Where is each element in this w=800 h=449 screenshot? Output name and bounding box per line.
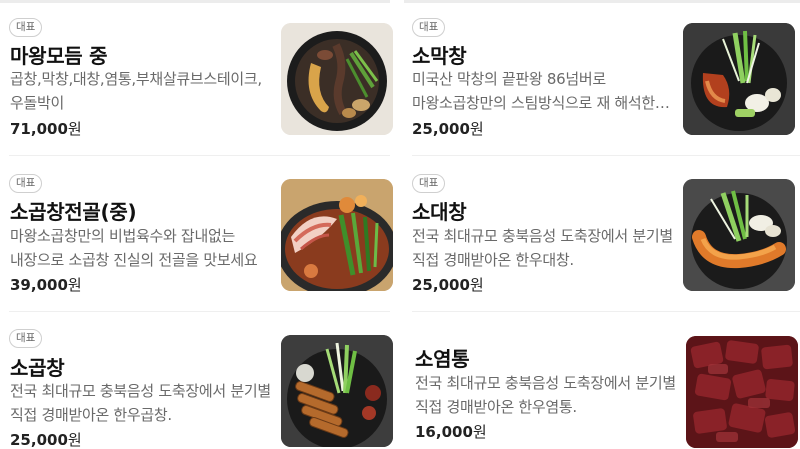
assorted-grill-platter-image[interactable] [281, 23, 393, 135]
small-intestine-grill-image[interactable] [281, 335, 393, 447]
large-intestine-dish-image[interactable] [683, 179, 795, 291]
row-divider [412, 311, 800, 312]
signature-badge: 대표 [412, 174, 446, 193]
menu-item-name: 소곱창 [10, 356, 65, 380]
menu-item-name: 소곱창전골(중) [10, 200, 137, 224]
menu-item-name: 소염통 [415, 347, 470, 371]
menu-item-mawang-assorted[interactable]: 대표 마왕모듬 중 곱창,막창,대창,염통,부채살큐브스테이크,우돌박이 71,… [0, 5, 393, 155]
menu-item-description: 전국 최대규모 충북음성 도축장에서 분기별 직접 경매받아온 한우곱창. [10, 382, 271, 424]
menu-item-price: 25,000원 [412, 276, 484, 294]
signature-badge: 대표 [9, 174, 43, 193]
menu-item-tripe-hotpot[interactable]: 대표 소곱창전골(중) 마왕소곱창만의 비법육수와 잡내없는 내장으로 소곱창 … [0, 160, 393, 310]
top-divider [0, 0, 800, 3]
menu-item-so-daechang[interactable]: 대표 소대창 전국 최대규모 충북음성 도축장에서 분기별 직접 경매받아온 한… [404, 160, 795, 310]
beef-heart-raw-image[interactable] [686, 336, 798, 448]
menu-item-price: 71,000원 [10, 120, 82, 138]
menu-item-name: 소대창 [412, 200, 467, 224]
row-divider [9, 155, 390, 156]
menu-item-description: 미국산 막창의 끝판왕 86넘버로 마왕소곱창만의 스팀방식으로 재 해석한 소… [412, 70, 655, 112]
menu-item-description: 전국 최대규모 충북음성 도축장에서 분기별 직접 경매받아온 한우대창. [412, 227, 673, 269]
menu-item-so-gopchang[interactable]: 대표 소곱창 전국 최대규모 충북음성 도축장에서 분기별 직접 경매받아온 한… [0, 316, 393, 449]
menu-item-name: 소막창 [412, 44, 467, 68]
beef-abomasum-dish-image[interactable] [683, 23, 795, 135]
row-divider [9, 311, 390, 312]
menu-item-so-yeomtong[interactable]: 소염통 전국 최대규모 충북음성 도축장에서 분기별 직접 경매받아온 한우염통… [404, 316, 798, 449]
menu-item-name: 마왕모듬 중 [10, 44, 108, 68]
menu-item-price: 16,000원 [415, 423, 487, 441]
signature-badge: 대표 [412, 18, 446, 37]
tripe-hotpot-image[interactable] [281, 179, 393, 291]
menu-item-description: 전국 최대규모 충북음성 도축장에서 분기별 직접 경매받아온 한우염통. [415, 374, 676, 416]
menu-item-so-makchang[interactable]: 대표 소막창 미국산 막창의 끝판왕 86넘버로 마왕소곱창만의 스팀방식으로 … [404, 5, 795, 155]
menu-item-description: 마왕소곱창만의 비법육수와 잡내없는 내장으로 소곱창 진실의 전골을 맛보세요 [10, 227, 258, 269]
menu-item-price: 39,000원 [10, 276, 82, 294]
row-divider [412, 155, 800, 156]
signature-badge: 대표 [9, 329, 43, 348]
menu-item-price: 25,000원 [10, 431, 82, 449]
signature-badge: 대표 [9, 18, 43, 37]
menu-item-price: 25,000원 [412, 120, 484, 138]
menu-item-description: 곱창,막창,대창,염통,부채살큐브스테이크,우돌박이 [10, 70, 262, 112]
